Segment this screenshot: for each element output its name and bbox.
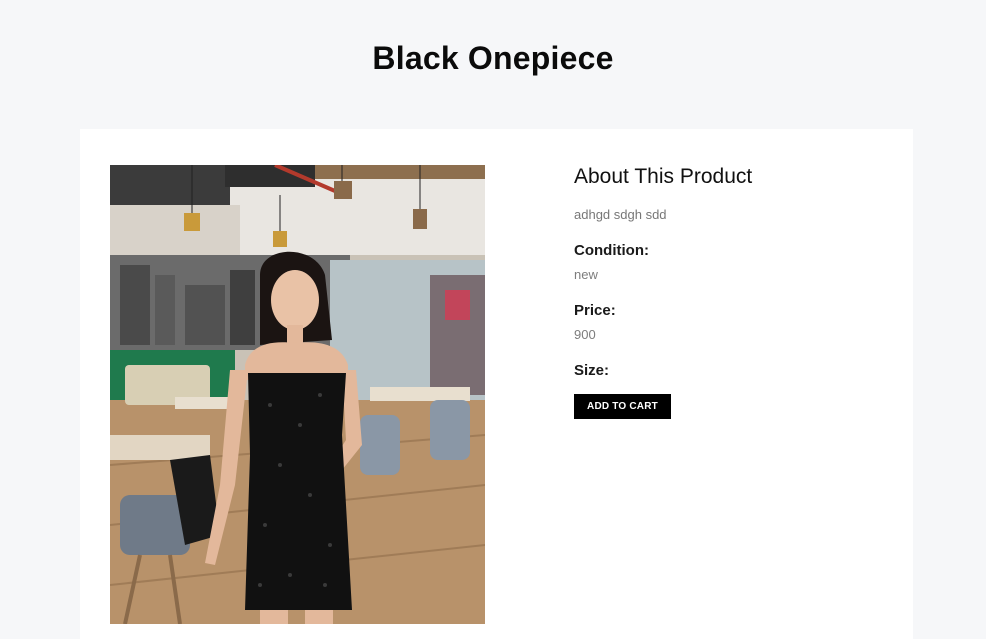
condition-label: Condition: [574,242,649,259]
condition-value: new [574,267,598,282]
size-label: Size: [574,362,610,379]
product-description: adhgd sdgh sdd [574,207,667,222]
price-value: 900 [574,327,596,342]
add-to-cart-button[interactable]: ADD TO CART [574,394,671,419]
about-heading: About This Product [574,165,753,188]
price-label: Price: [574,302,616,319]
product-details: About This Product adhgd sdgh sdd Condit… [574,165,894,419]
product-card: About This Product adhgd sdgh sdd Condit… [80,129,913,639]
page-title: Black Onepiece [372,40,614,76]
product-image [110,165,485,624]
